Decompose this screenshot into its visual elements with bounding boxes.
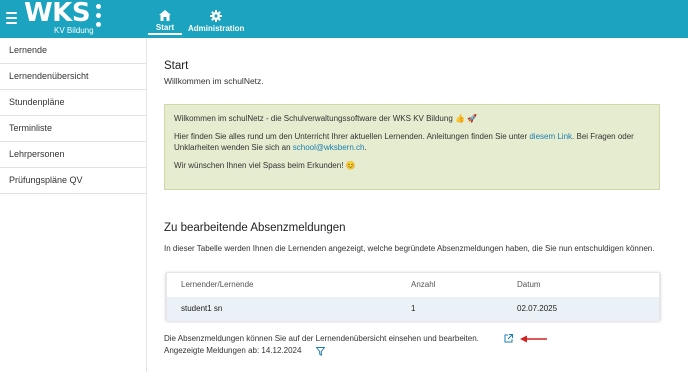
sidebar-item-lernende[interactable]: Lernende: [0, 38, 146, 64]
absences-title: Zu bearbeitende Absenzmeldungen: [164, 222, 346, 234]
sidebar-item-lehrpersonen[interactable]: Lehrpersonen: [0, 142, 146, 168]
active-tab-indicator: [148, 33, 182, 35]
nav-administration-label: Administration: [188, 24, 245, 33]
shown-since-text: Angezeigte Meldungen ab: 14.12.2024: [164, 346, 302, 355]
welcome-text-a: Hier finden Sie alles rund um den Unterr…: [174, 132, 530, 141]
nav-start[interactable]: Start: [148, 0, 182, 38]
external-link-icon[interactable]: [504, 334, 513, 343]
absences-table: Lernender/Lernende Anzahl Datum student1…: [166, 272, 660, 321]
table-header: Lernender/Lernende Anzahl Datum: [167, 273, 659, 297]
logo[interactable]: WKS KV Bildung: [24, 0, 104, 38]
filter-icon[interactable]: [316, 347, 325, 356]
top-bar: WKS KV Bildung Start Administration: [0, 0, 688, 38]
cell-count: 1: [411, 304, 416, 313]
sidebar-item-lernendenuebersicht[interactable]: Lernendenübersicht: [0, 64, 146, 90]
cell-date: 02.07.2025: [517, 304, 558, 313]
page-subtitle: Willkommen im schulNetz.: [164, 76, 264, 86]
email-link[interactable]: school@wksbern.ch: [293, 143, 365, 152]
nav-administration[interactable]: Administration: [188, 0, 244, 38]
table-row[interactable]: student1 sn 1 02.07.2025: [167, 297, 659, 321]
logo-text: WKS: [24, 0, 91, 28]
column-header-date[interactable]: Datum: [517, 273, 541, 297]
absences-footer-text: Die Absenzmeldungen können Sie auf der L…: [164, 334, 479, 343]
welcome-line-1: Wilkommen im schulNetz - die Schulverwal…: [174, 114, 478, 123]
sidebar-item-pruefungsplaene[interactable]: Prüfungspläne QV: [0, 168, 146, 194]
nav-start-label: Start: [155, 23, 175, 32]
column-header-name[interactable]: Lernender/Lernende: [181, 273, 254, 297]
sidebar: Lernende Lernendenübersicht Stundenpläne…: [0, 38, 147, 372]
annotation-arrow-icon: [520, 335, 547, 343]
sidebar-item-stundenplaene[interactable]: Stundenpläne: [0, 90, 146, 116]
welcome-line-3: Wir wünschen Ihnen viel Spass beim Erkun…: [174, 161, 356, 170]
welcome-line-2: Hier finden Sie alles rund um den Unterr…: [174, 131, 650, 153]
welcome-box: Wilkommen im schulNetz - die Schulverwal…: [164, 104, 660, 190]
instructions-link[interactable]: diesem Link: [529, 132, 572, 141]
sidebar-item-terminliste[interactable]: Terminliste: [0, 116, 146, 142]
logo-subtitle: KV Bildung: [54, 26, 94, 35]
column-header-count[interactable]: Anzahl: [411, 273, 435, 297]
menu-icon[interactable]: [6, 12, 17, 24]
cell-name: student1 sn: [181, 304, 223, 313]
welcome-text-c: .: [364, 143, 367, 152]
gear-icon: [210, 10, 222, 22]
logo-dots: [96, 4, 102, 31]
page-title: Start: [164, 60, 189, 72]
absences-description: In dieser Tabelle werden Ihnen die Lerne…: [164, 244, 655, 253]
home-icon: [159, 10, 171, 21]
